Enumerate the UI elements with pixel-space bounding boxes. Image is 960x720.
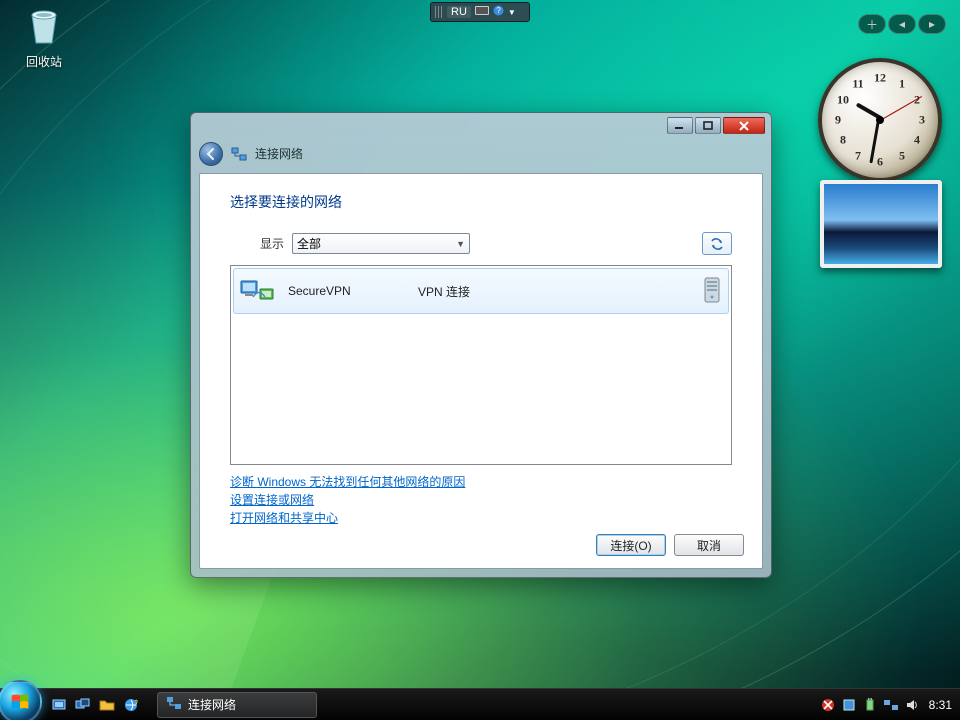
cancel-button[interactable]: 取消 (674, 534, 744, 556)
power-icon[interactable] (862, 697, 878, 713)
system-tray[interactable]: 8:31 (820, 697, 960, 713)
recycle-bin-icon (20, 3, 68, 51)
add-gadget-button[interactable]: ＋ (858, 14, 886, 34)
language-bar[interactable]: RU ? ▼ (430, 2, 530, 22)
quicklaunch-show-desktop[interactable] (48, 694, 70, 716)
network-icon (231, 146, 247, 162)
network-name: SecureVPN (288, 284, 418, 298)
filter-label: 显示 (260, 235, 284, 252)
network-tray-icon[interactable] (883, 697, 899, 713)
network-type: VPN 连接 (418, 283, 672, 300)
next-gadget-button[interactable]: ▸ (918, 14, 946, 34)
quicklaunch-ie[interactable] (120, 694, 142, 716)
connect-button[interactable]: 连接(O) (596, 534, 666, 556)
grip-icon (435, 6, 443, 18)
quicklaunch-explorer[interactable] (96, 694, 118, 716)
keyboard-icon[interactable] (475, 6, 489, 18)
language-indicator[interactable]: RU (447, 6, 471, 18)
filter-select[interactable]: 全部 ▼ (292, 233, 470, 254)
taskbar[interactable]: 连接网络 8:31 (0, 688, 960, 720)
recycle-bin[interactable]: 回收站 (8, 3, 80, 70)
quicklaunch-switch-windows[interactable] (72, 694, 94, 716)
help-icon[interactable]: ? (493, 5, 504, 19)
chevron-down-icon: ▼ (456, 239, 465, 249)
recycle-bin-label: 回收站 (8, 53, 80, 70)
refresh-button[interactable] (702, 232, 732, 255)
start-button[interactable] (0, 680, 42, 720)
minimize-button[interactable] (667, 117, 693, 134)
taskbar-item-label: 连接网络 (188, 696, 236, 713)
maximize-button[interactable] (695, 117, 721, 134)
connect-network-window: 连接网络 选择要连接的网络 显示 全部 ▼ SecureVPN VPN 连接 (190, 112, 772, 578)
tray-clock[interactable]: 8:31 (929, 698, 952, 712)
taskbar-item-connect-network[interactable]: 连接网络 (157, 692, 317, 718)
network-list[interactable]: SecureVPN VPN 连接 (230, 265, 732, 465)
clock-gadget[interactable]: 12 3 6 9 1 2 4 5 7 8 10 11 (818, 58, 942, 182)
link-setup-connection[interactable]: 设置连接或网络 (230, 491, 732, 508)
network-item-securevpn[interactable]: SecureVPN VPN 连接 (233, 268, 729, 314)
refresh-icon (709, 237, 725, 251)
network-icon (166, 695, 182, 714)
vpn-connection-icon (240, 277, 274, 305)
close-button[interactable] (723, 117, 765, 134)
prev-gadget-button[interactable]: ◂ (888, 14, 916, 34)
sidebar-controls: ＋ ◂ ▸ (858, 14, 946, 34)
tray-app-icon[interactable] (841, 697, 857, 713)
langbar-menu-icon[interactable]: ▼ (508, 8, 516, 17)
link-diagnose[interactable]: 诊断 Windows 无法找到任何其他网络的原因 (230, 473, 732, 490)
back-button[interactable] (199, 142, 223, 166)
security-alert-icon[interactable] (820, 697, 836, 713)
link-sharing-center[interactable]: 打开网络和共享中心 (230, 509, 732, 526)
filter-select-value: 全部 (297, 235, 321, 252)
window-title: 连接网络 (255, 145, 303, 162)
server-icon (672, 276, 722, 306)
svg-text:?: ? (496, 6, 501, 15)
instruction-text: 选择要连接的网络 (230, 192, 732, 212)
volume-icon[interactable] (904, 697, 920, 713)
slideshow-gadget[interactable] (820, 180, 942, 268)
